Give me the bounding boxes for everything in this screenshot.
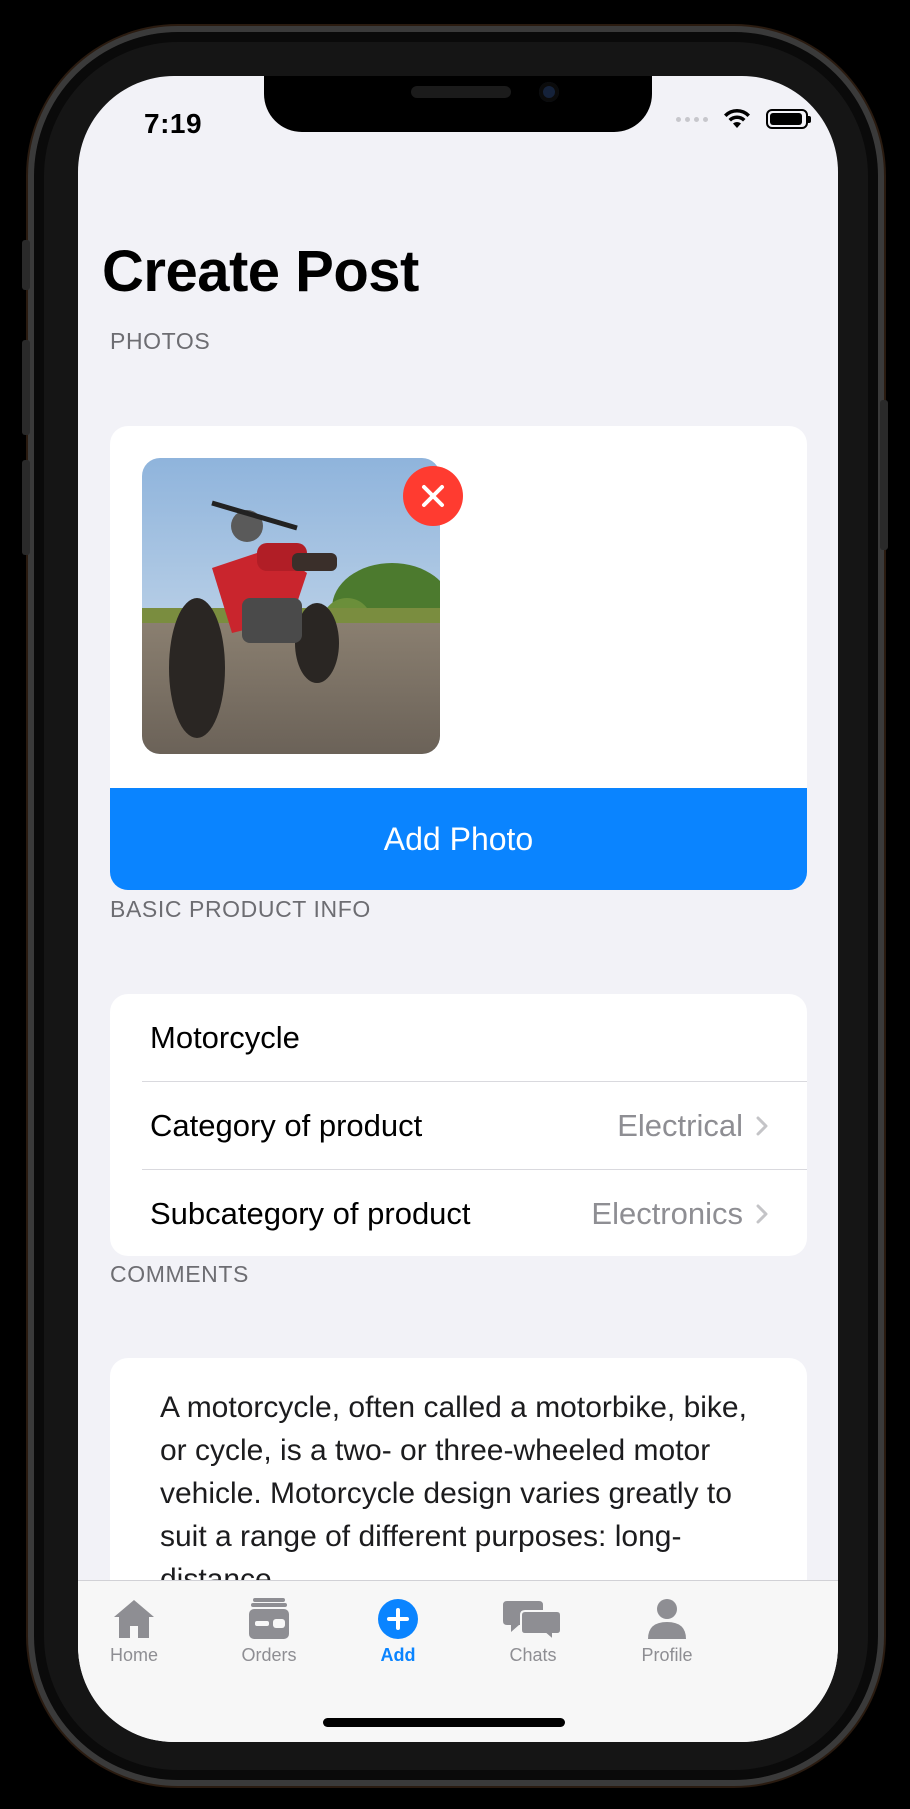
add-photo-button[interactable]: Add Photo <box>110 788 807 890</box>
tab-chats[interactable]: Chats <box>478 1597 588 1666</box>
remove-photo-button[interactable] <box>403 466 463 526</box>
status-time: 7:19 <box>144 108 203 139</box>
status-icons <box>676 108 811 130</box>
tab-profile[interactable]: Profile <box>612 1597 722 1666</box>
product-name-field[interactable]: Motorcycle <box>150 994 807 1081</box>
tab-label: Chats <box>509 1645 557 1665</box>
basic-info-card: Motorcycle Category of product Electrica… <box>110 994 807 1256</box>
category-value: Electrical <box>617 1107 743 1143</box>
photos-card: Add Photo <box>110 426 807 890</box>
subcategory-value: Electronics <box>591 1195 743 1231</box>
basic-info-section-header: BASIC PRODUCT INFO <box>110 896 371 922</box>
subcategory-label: Subcategory of product <box>150 1195 471 1231</box>
chevron-right-icon <box>756 1204 768 1223</box>
person-icon <box>648 1599 686 1639</box>
comments-section-header: COMMENTS <box>110 1261 249 1287</box>
page-title: Create Post <box>102 239 419 304</box>
wifi-icon <box>724 108 750 128</box>
tab-orders[interactable]: Orders <box>214 1597 324 1666</box>
power-button <box>880 400 888 550</box>
tab-home[interactable]: Home <box>79 1597 189 1666</box>
battery-icon <box>766 109 811 129</box>
photos-section-header: PHOTOS <box>110 328 211 354</box>
tab-label: Orders <box>241 1645 297 1665</box>
tab-bar: Home Orders Add Chats Profile <box>78 1580 838 1742</box>
tab-label: Profile <box>641 1645 693 1665</box>
tab-label: Add <box>380 1645 416 1665</box>
chevron-right-icon <box>756 1116 768 1135</box>
home-indicator <box>323 1718 565 1727</box>
subcategory-row[interactable]: Subcategory of product Electronics <box>150 1170 807 1256</box>
close-icon <box>422 485 444 507</box>
side-button <box>22 240 30 290</box>
comments-textarea[interactable]: A motorcycle, often called a motorbike, … <box>160 1386 770 1601</box>
motorcycle-photo[interactable] <box>142 458 440 754</box>
volume-down-button <box>22 460 30 555</box>
tab-label: Home <box>109 1645 158 1665</box>
chat-bubbles-icon <box>503 1601 562 1641</box>
category-label: Category of product <box>150 1107 423 1143</box>
motorcycle-image <box>142 458 440 754</box>
category-row[interactable]: Category of product Electrical <box>150 1082 807 1169</box>
wallet-icon <box>249 1598 289 1639</box>
volume-up-button <box>22 340 30 435</box>
tab-add[interactable]: Add <box>343 1597 453 1666</box>
plus-circle-icon <box>378 1599 418 1639</box>
product-name-value: Motorcycle <box>150 1019 300 1055</box>
house-icon <box>114 1600 154 1638</box>
signal-icon <box>676 116 708 122</box>
screen: 7:19 Create Post PHOTOS Add Photo BASIC … <box>78 76 838 1742</box>
notch <box>264 76 652 132</box>
